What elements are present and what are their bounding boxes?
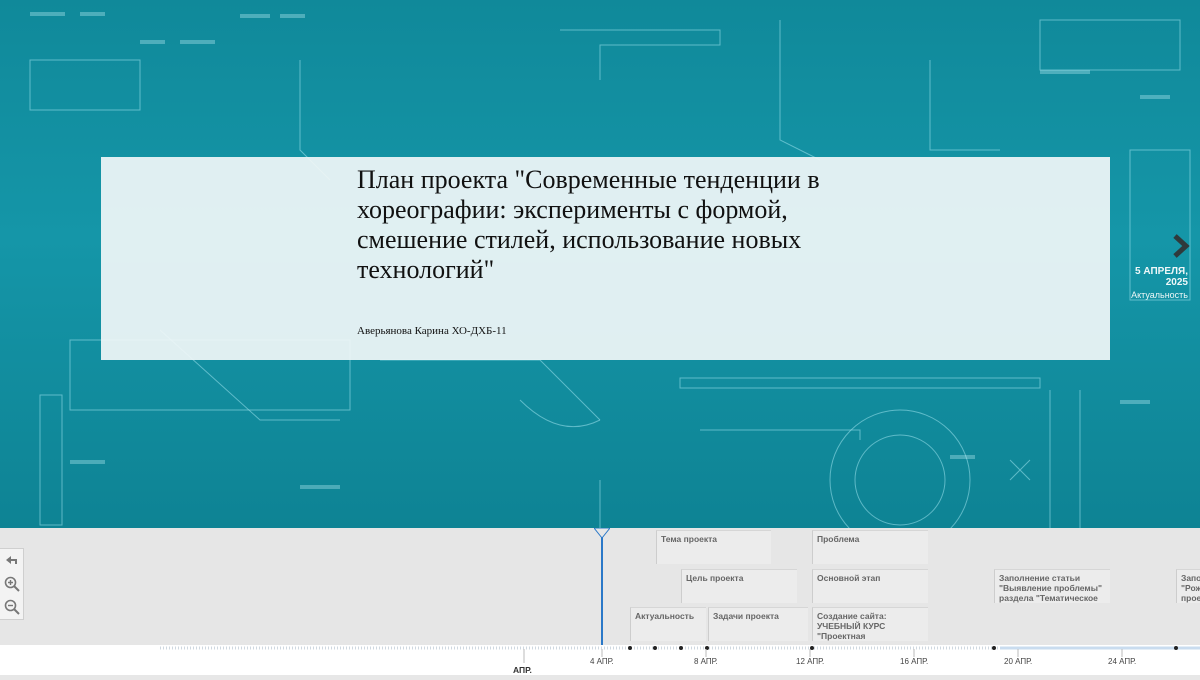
event-label: Создание сайта: УЧЕБНЫЙ КУРС "Проектная [817,611,887,641]
timeline-event-truncated[interactable]: Запо "Рож прое [1176,569,1200,603]
timeline-current-marker[interactable] [601,528,603,645]
zoom-out-icon[interactable] [3,598,21,616]
event-label: Основной этап [817,573,881,583]
event-label: Заполнение статьи "Выявление проблемы" р… [999,573,1103,603]
event-label: Задачи проекта [713,611,779,621]
event-label: Проблема [817,534,860,544]
slide-background: План проекта "Современные тенденции в хо… [0,0,1200,528]
next-event-date[interactable]: 5 АПРЕЛЯ, 2025 [1120,266,1188,288]
timeline-toolbar [0,548,24,620]
ruler-month-label: АПР. [513,665,532,675]
event-label: Тема проекта [661,534,718,544]
zoom-in-icon[interactable] [3,575,21,593]
ruler-tick-label: 24 АПР. [1108,657,1137,666]
ruler-tick-label: 12 АПР. [796,657,825,666]
event-label: Актуальность [635,611,695,621]
ruler-tick-label: 16 АПР. [900,657,929,666]
chevron-right-icon[interactable] [1168,233,1194,259]
timeline-event-topic[interactable]: Тема проекта [656,530,771,564]
event-label: Запо "Рож прое [1181,573,1200,603]
timeline-event-site-creation[interactable]: Создание сайта: УЧЕБНЫЙ КУРС "Проектная [812,607,928,641]
timeline-event-tasks[interactable]: Задачи проекта [708,607,808,641]
timeline-event-goal[interactable]: Цель проекта [681,569,797,603]
timeline-event-article[interactable]: Заполнение статьи "Выявление проблемы" р… [994,569,1110,603]
ruler-tick-label: 20 АПР. [1004,657,1033,666]
event-label: Цель проекта [686,573,744,583]
slide-title: План проекта "Современные тенденции в хо… [357,165,820,284]
timeline-event-relevance[interactable]: Актуальность [630,607,706,641]
ruler-tick-label: 4 АПР. [590,657,614,666]
next-event-label[interactable]: Актуальность [1120,290,1188,300]
timeline-event-problem[interactable]: Проблема [812,530,928,564]
back-icon[interactable] [3,552,21,570]
marker-arrow-icon [594,528,610,539]
timeline-event-main-stage[interactable]: Основной этап [812,569,928,603]
slide-author: Аверьянова Карина ХО-ДХБ-11 [357,325,507,337]
ruler-tick-label: 8 АПР. [694,657,718,666]
